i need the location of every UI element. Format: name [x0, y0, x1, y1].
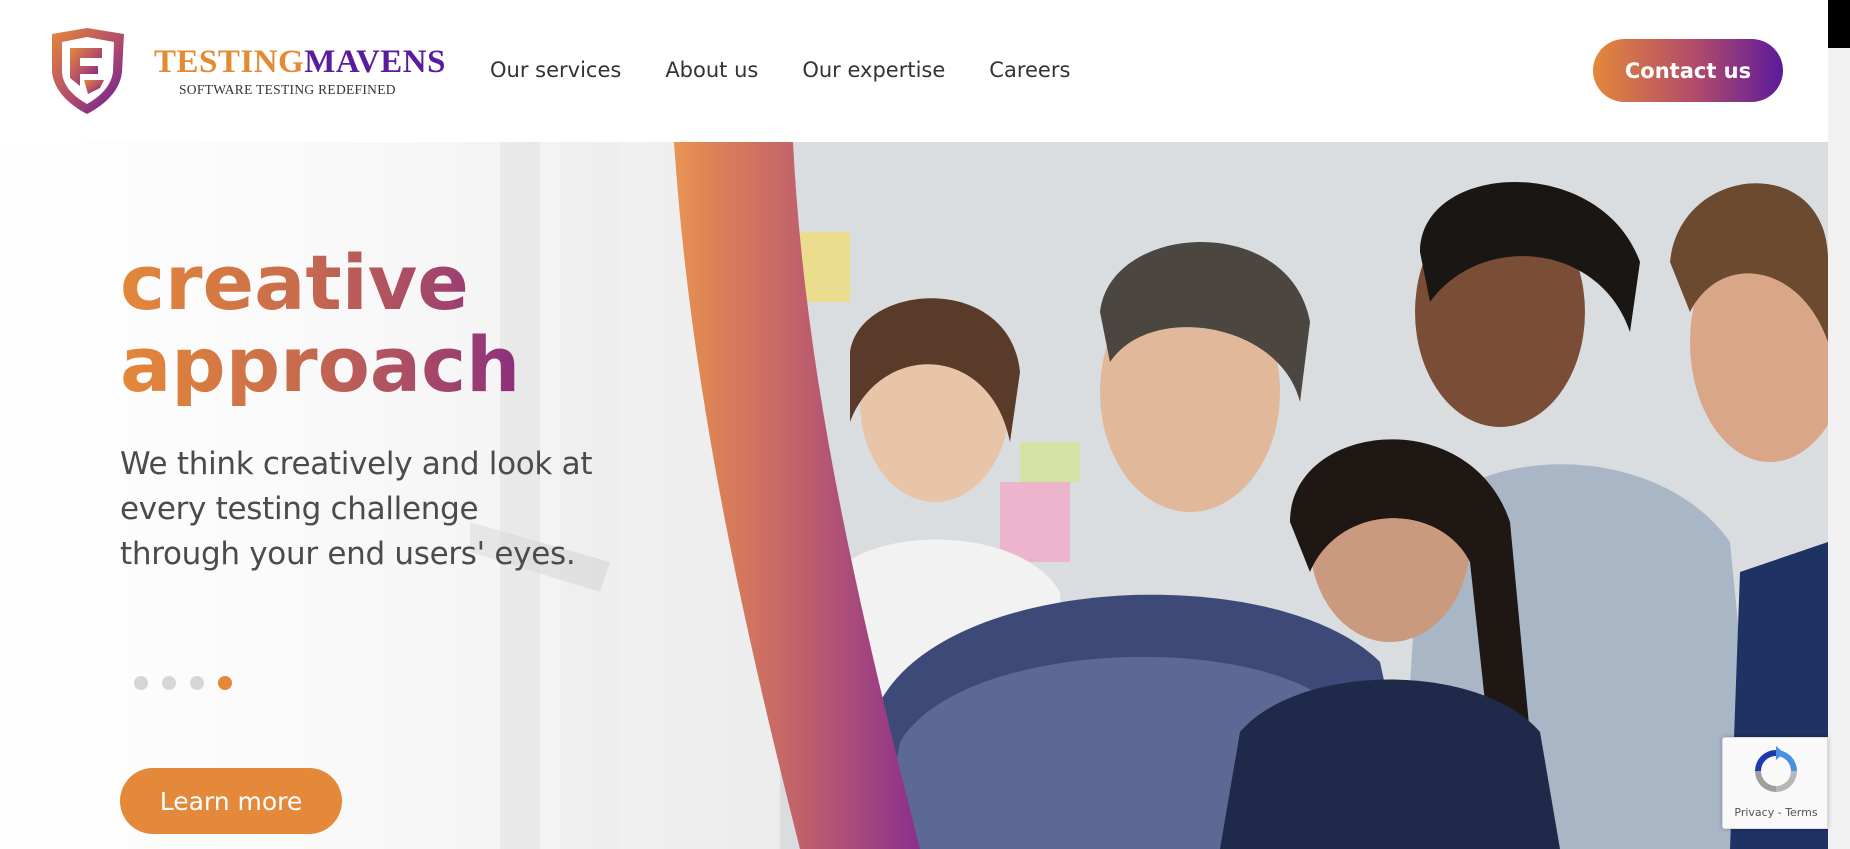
slider-dot-3[interactable] [190, 676, 204, 690]
recaptcha-links: Privacy - Terms [1734, 806, 1818, 819]
headline-line-2: approach [120, 320, 521, 409]
site-header: TESTINGMAVENS SOFTWARE TESTING REDEFINED… [0, 0, 1828, 142]
nav-our-expertise[interactable]: Our expertise [802, 58, 945, 82]
recaptcha-badge[interactable]: Privacy - Terms [1722, 737, 1828, 829]
brand-logo[interactable]: TESTINGMAVENS SOFTWARE TESTING REDEFINED [44, 28, 446, 118]
hero-headline: creative approach [120, 242, 520, 406]
nav-our-services[interactable]: Our services [490, 58, 621, 82]
scrollbar-thumb[interactable] [1828, 0, 1850, 48]
slider-dot-2[interactable] [162, 676, 176, 690]
slider-pagination [134, 676, 232, 690]
contact-us-button[interactable]: Contact us [1593, 39, 1783, 102]
scrollbar-track[interactable] [1828, 0, 1850, 849]
brand-name: TESTINGMAVENS [154, 44, 446, 80]
nav-careers[interactable]: Careers [989, 58, 1070, 82]
recaptcha-terms-link[interactable]: Terms [1785, 806, 1817, 819]
brand-tagline: SOFTWARE TESTING REDEFINED [179, 82, 396, 97]
learn-more-button[interactable]: Learn more [120, 768, 342, 834]
hero-banner: creative approach We think creatively an… [0, 142, 1828, 849]
slider-dot-4-active[interactable] [218, 676, 232, 690]
headline-line-1: creative [120, 238, 469, 327]
hero-subtext: We think creatively and look at every te… [120, 446, 593, 572]
recaptcha-icon [1755, 746, 1797, 792]
main-nav: Our services About us Our expertise Care… [490, 58, 1070, 82]
slider-dot-1[interactable] [134, 676, 148, 690]
nav-about-us[interactable]: About us [665, 58, 758, 82]
shield-logo-icon [52, 28, 124, 114]
recaptcha-privacy-link[interactable]: Privacy [1734, 806, 1774, 819]
